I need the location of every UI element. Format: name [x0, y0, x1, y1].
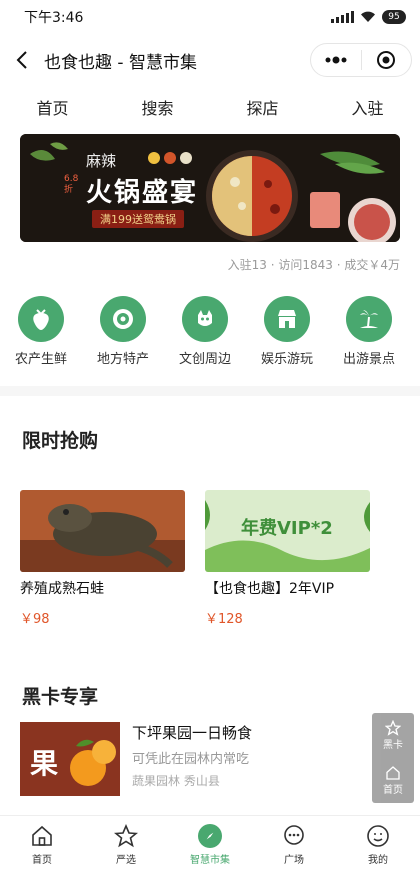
- tab-home[interactable]: 首页: [0, 95, 105, 119]
- product-price: ￥98: [20, 612, 50, 627]
- product-card[interactable]: 养殖成熟石蛙 ￥98: [20, 490, 185, 627]
- navigation-bar: 也食也趣 - 智慧市集: [0, 34, 420, 86]
- float-label: 首页: [383, 785, 403, 796]
- tabbar-home[interactable]: 首页: [0, 816, 84, 873]
- tab-search[interactable]: 搜索: [105, 95, 210, 119]
- tabbar-selected[interactable]: 严选: [84, 816, 168, 873]
- category-label: 文创周边: [178, 352, 231, 367]
- banner-main-text: 火锅盛宴: [86, 178, 199, 208]
- market-stats: 入驻13 · 访问1843 · 成交￥4万: [227, 258, 400, 272]
- black-card-item[interactable]: 果 下坪果园一日畅食 可凭此在园林内常吃 蔬果园林 秀山县: [20, 722, 400, 796]
- house-icon: [32, 825, 52, 846]
- category-label: 娱乐游玩: [260, 352, 313, 367]
- flash-sale-title: 限时抢购: [22, 430, 99, 452]
- category-label: 出游景点: [342, 352, 395, 367]
- vip-image-text: 年费VIP*2: [241, 518, 333, 539]
- tabbar-label: 首页: [32, 854, 52, 866]
- tab-explore[interactable]: 探店: [210, 95, 315, 119]
- discount-badge: 6.8折: [64, 174, 79, 195]
- battery-level: 95: [388, 12, 400, 22]
- tabbar-me[interactable]: 我的: [336, 816, 420, 873]
- category-entertainment[interactable]: 娱乐游玩: [246, 296, 328, 367]
- category-creative-merch[interactable]: 文创周边: [164, 296, 246, 367]
- card-item-location: 蔬果园林 秀山县: [132, 774, 220, 788]
- tab-join[interactable]: 入驻: [315, 95, 420, 119]
- card-item-subtitle: 可凭此在园林内常吃: [132, 752, 250, 767]
- star-icon: [114, 823, 138, 847]
- tabbar-plaza[interactable]: 广场: [252, 816, 336, 873]
- status-icons: 95: [331, 10, 406, 24]
- page-title: 也食也趣 - 智慧市集: [44, 52, 197, 73]
- product-name: 【也食也趣】2年VIP: [205, 581, 335, 597]
- product-image: [20, 490, 185, 572]
- category-fresh-produce[interactable]: 农产生鲜: [0, 296, 82, 367]
- category-local-specialty[interactable]: 地方特产: [82, 296, 164, 367]
- mascot-icon: [182, 296, 228, 342]
- category-label: 地方特产: [96, 352, 149, 367]
- status-bar: 下午3:46 95: [0, 0, 420, 34]
- miniprogram-capsule: [310, 43, 412, 77]
- banner-ribbon: 满199送鸳鸯锅: [92, 210, 184, 228]
- compass-icon: [198, 823, 222, 848]
- target-icon: [377, 51, 396, 69]
- chat-bubble-icon: [284, 824, 304, 845]
- banner-small-text: 麻辣: [86, 152, 117, 170]
- product-card[interactable]: 年费VIP*2 【也食也趣】2年VIP ￥128: [205, 490, 370, 627]
- tabbar-label: 严选: [116, 854, 136, 866]
- more-button[interactable]: [311, 44, 361, 76]
- category-grid: 农产生鲜 地方特产 文创周边 娱乐游玩 出游景点: [0, 296, 420, 367]
- close-miniprogram-button[interactable]: [362, 44, 412, 76]
- float-home-button[interactable]: 首页: [383, 765, 403, 796]
- more-dots-icon: [325, 56, 347, 64]
- star-icon: [385, 720, 401, 736]
- battery-icon: 95: [382, 10, 406, 24]
- wifi-icon: [361, 11, 375, 22]
- tabbar-label: 广场: [284, 854, 304, 866]
- back-button[interactable]: [0, 34, 44, 86]
- house-icon: [386, 766, 400, 780]
- category-scenic-spots[interactable]: 出游景点: [328, 296, 410, 367]
- tabbar-label: 智慧市集: [190, 854, 230, 866]
- promo-banner[interactable]: 麻辣 火锅盛宴 6.8折 满199送鸳鸯锅: [20, 134, 400, 242]
- black-card-title: 黑卡专享: [22, 686, 99, 708]
- product-image: 年费VIP*2: [205, 490, 370, 572]
- smiley-icon: [367, 824, 389, 847]
- float-black-card-button[interactable]: 黑卡: [383, 720, 403, 751]
- section-divider: [0, 386, 420, 396]
- orchard-image: 果: [20, 722, 120, 796]
- tabbar-label: 我的: [368, 854, 388, 866]
- category-label: 农产生鲜: [14, 352, 67, 367]
- float-label: 黑卡: [383, 740, 403, 751]
- strawberry-icon: [18, 296, 64, 342]
- tabbar-smart-market[interactable]: 智慧市集: [168, 816, 252, 873]
- orchard-image-text: 果: [30, 747, 59, 780]
- signal-icon: [331, 11, 354, 23]
- product-name: 养殖成熟石蛙: [20, 581, 104, 597]
- floating-shortcuts: 黑卡 首页: [372, 713, 414, 803]
- chevron-left-icon: [16, 51, 27, 69]
- bottom-tabbar: 首页 严选 智慧市集 广场 我的: [0, 815, 420, 873]
- shop-icon: [264, 296, 310, 342]
- card-item-name: 下坪果园一日畅食: [132, 724, 253, 742]
- top-tabs: 首页 搜索 探店 入驻: [0, 86, 420, 128]
- product-price: ￥128: [205, 612, 243, 627]
- status-time: 下午3:46: [24, 10, 84, 26]
- palm-island-icon: [346, 296, 392, 342]
- kiwi-icon: [100, 296, 146, 342]
